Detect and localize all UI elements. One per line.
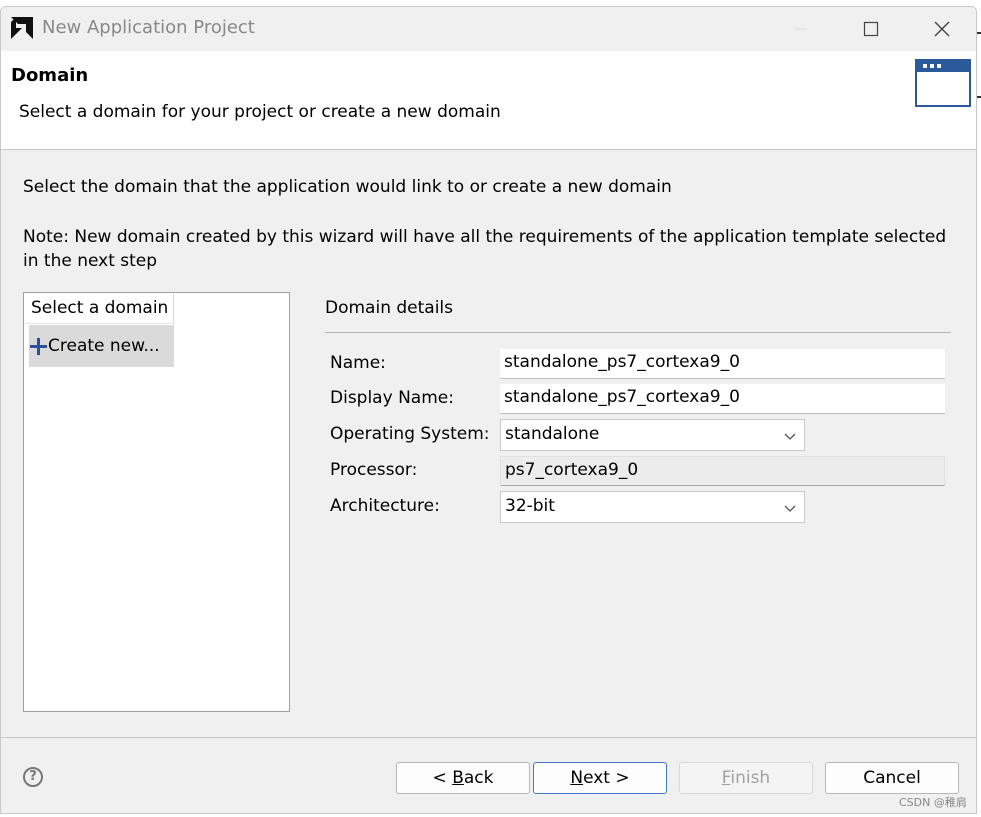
- help-icon[interactable]: ?: [23, 767, 43, 787]
- operating-system-label: Operating System:: [330, 424, 490, 444]
- next-button[interactable]: Next >: [533, 762, 667, 794]
- next-mnemonic: N: [570, 768, 584, 788]
- architecture-select[interactable]: 32-bit: [500, 491, 805, 523]
- processor-field: ps7_cortexa9_0: [500, 456, 945, 486]
- back-prefix: <: [432, 768, 453, 788]
- operating-system-value: standalone: [505, 424, 600, 444]
- domain-list[interactable]: Select a domain Create new...: [23, 292, 290, 712]
- next-label-rest: ext >: [583, 768, 630, 788]
- page-title: Domain: [11, 65, 89, 86]
- chevron-down-icon: [784, 505, 796, 512]
- display-name-label: Display Name:: [330, 388, 454, 408]
- architecture-value: 32-bit: [505, 496, 555, 516]
- list-item-label: Create new...: [48, 336, 160, 356]
- intro-text: Select the domain that the application w…: [23, 177, 672, 197]
- wizard-dialog: New Application Project Domain Select a …: [0, 6, 977, 814]
- minimize-button[interactable]: [778, 13, 824, 45]
- maximize-button[interactable]: [848, 13, 894, 45]
- processor-label: Processor:: [330, 460, 418, 480]
- wizard-banner: Domain Select a domain for your project …: [1, 51, 976, 150]
- name-label: Name:: [330, 353, 386, 373]
- close-icon: [934, 21, 950, 37]
- footer-separator: [1, 737, 976, 738]
- back-button[interactable]: < Back: [396, 762, 530, 794]
- background-edge-mark: [977, 32, 981, 34]
- back-mnemonic: B: [452, 768, 464, 788]
- domain-list-header: Select a domain: [25, 294, 174, 324]
- chevron-down-icon: [784, 433, 796, 440]
- back-label-rest: ack: [463, 768, 494, 788]
- page-description: Select a domain for your project or crea…: [19, 102, 501, 122]
- domain-details-title: Domain details: [325, 298, 454, 318]
- window-title: New Application Project: [42, 17, 255, 38]
- minimize-icon: [795, 28, 807, 30]
- amd-logo-icon: [11, 17, 33, 39]
- operating-system-select[interactable]: standalone: [500, 419, 805, 451]
- background-edge-mark: [977, 96, 981, 98]
- note-text: Note: New domain created by this wizard …: [23, 227, 947, 271]
- name-field[interactable]: standalone_ps7_cortexa9_0: [500, 349, 945, 379]
- maximize-icon: [863, 21, 879, 37]
- cancel-button[interactable]: Cancel: [825, 762, 959, 794]
- display-name-field[interactable]: standalone_ps7_cortexa9_0: [500, 384, 945, 414]
- plus-icon: [30, 337, 47, 355]
- finish-button[interactable]: Finish: [679, 762, 813, 794]
- details-separator: [325, 332, 951, 333]
- wizard-window-icon: [915, 59, 971, 107]
- title-bar[interactable]: New Application Project: [1, 7, 976, 51]
- finish-label-rest: inish: [730, 768, 771, 788]
- list-item-create-new[interactable]: Create new...: [29, 325, 174, 367]
- watermark: CSDN @稚肩: [899, 796, 967, 809]
- close-button[interactable]: [919, 13, 965, 45]
- architecture-label: Architecture:: [330, 496, 440, 516]
